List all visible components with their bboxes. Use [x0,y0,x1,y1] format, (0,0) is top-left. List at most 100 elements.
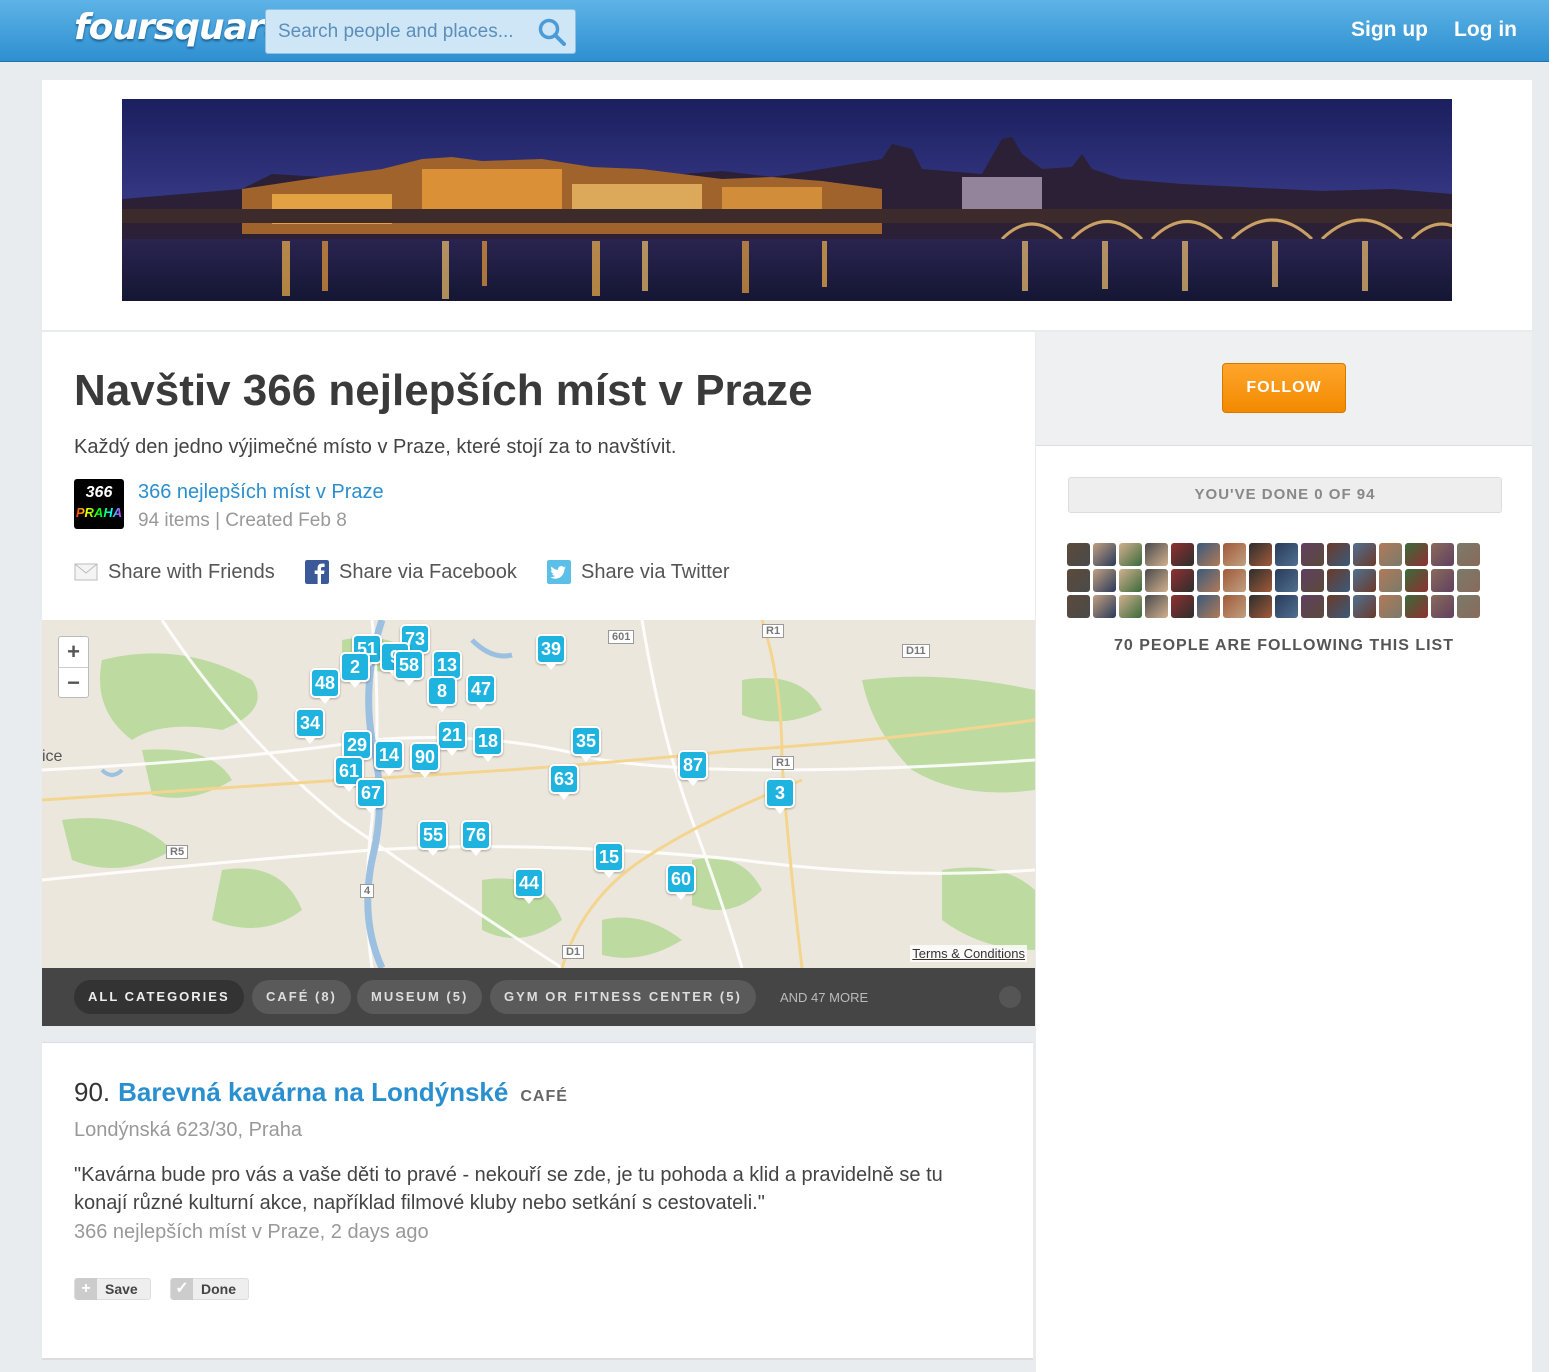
follower-avatar[interactable] [1249,543,1272,566]
category-gym-button[interactable]: GYM OR FITNESS CENTER (5) [490,980,756,1014]
follower-avatar[interactable] [1353,543,1376,566]
share-facebook-label: Share via Facebook [339,560,517,583]
follower-avatar[interactable] [1275,569,1298,592]
follower-avatar[interactable] [1405,569,1428,592]
map-pin[interactable]: 76 [461,820,492,856]
follower-avatar[interactable] [1119,543,1142,566]
list-item: 90. Barevná kavárna na Londýnské CAFÉ Lo… [42,1042,1033,1360]
log-in-link[interactable]: Log in [1454,18,1517,42]
follower-avatar[interactable] [1379,595,1402,618]
map-pin[interactable]: 44 [514,868,545,904]
follower-avatar[interactable] [1145,569,1168,592]
map-pin[interactable]: 15 [594,842,625,878]
follower-avatar[interactable] [1379,569,1402,592]
venue-name-link[interactable]: Barevná kavárna na Londýnské [118,1077,508,1108]
follower-avatar[interactable] [1067,569,1090,592]
follower-avatar[interactable] [1457,595,1480,618]
map-pin[interactable]: 47 [466,674,497,710]
follower-avatar[interactable] [1249,569,1272,592]
follower-avatar[interactable] [1093,595,1116,618]
map-pin[interactable]: 87 [678,750,709,786]
follower-avatar[interactable] [1431,543,1454,566]
follower-avatar[interactable] [1171,595,1194,618]
follower-avatar[interactable] [1327,569,1350,592]
map-pin[interactable]: 18 [473,726,504,762]
map-pin[interactable]: 8 [427,676,457,712]
map-pin[interactable]: 60 [666,864,697,900]
category-museum-button[interactable]: MUSEUM (5) [357,980,483,1014]
follower-avatar[interactable] [1223,543,1246,566]
follower-avatar[interactable] [1301,595,1324,618]
map-pin[interactable]: 34 [295,708,326,744]
follower-avatar[interactable] [1145,595,1168,618]
category-all-button[interactable]: ALL CATEGORIES [74,980,244,1014]
zoom-in-button[interactable]: + [59,637,88,667]
follower-avatar[interactable] [1223,569,1246,592]
sign-up-link[interactable]: Sign up [1351,18,1428,42]
follower-avatar[interactable] [1275,595,1298,618]
list-owner-avatar[interactable]: 366 PRAHA [74,479,124,529]
follower-avatar[interactable] [1431,595,1454,618]
foursquare-logo[interactable]: foursquare [74,7,288,48]
list-sidebar: FOLLOW YOU'VE DONE 0 OF 94 70 PEOPLE ARE… [1036,332,1532,1372]
follower-avatar[interactable] [1067,543,1090,566]
map-pin[interactable]: 63 [549,764,580,800]
road-label: R1 [762,624,785,638]
follower-avatar[interactable] [1145,543,1168,566]
map-pin[interactable]: 14 [374,740,405,776]
map-pin[interactable]: 39 [536,634,567,670]
follower-avatar[interactable] [1405,595,1428,618]
map-pin[interactable]: 58 [394,650,425,686]
share-with-friends-button[interactable]: Share with Friends [74,560,275,584]
map-pin[interactable]: 21 [437,720,468,756]
zoom-out-button[interactable]: − [59,667,88,697]
map-pin[interactable]: 48 [310,668,341,704]
map-pin[interactable]: 55 [418,820,449,856]
done-button[interactable]: ✓ Done [170,1278,249,1300]
follower-avatar[interactable] [1457,569,1480,592]
map-pin[interactable]: 35 [571,726,602,762]
follower-avatar[interactable] [1223,595,1246,618]
more-categories-link[interactable]: AND 47 MORE [780,990,868,1005]
map-pin[interactable]: 90 [410,742,441,778]
follower-avatar[interactable] [1197,543,1220,566]
follower-avatar[interactable] [1197,595,1220,618]
list-owner-link[interactable]: 366 nejlepších míst v Praze [138,481,384,504]
follower-avatar[interactable] [1353,569,1376,592]
category-cafe-button[interactable]: CAFÉ (8) [252,980,351,1014]
follower-avatar[interactable] [1197,569,1220,592]
follower-avatar[interactable] [1405,543,1428,566]
follower-avatar[interactable] [1379,543,1402,566]
follower-avatar[interactable] [1171,543,1194,566]
chevron-down-icon[interactable] [999,986,1021,1008]
follower-avatar[interactable] [1431,569,1454,592]
save-button[interactable]: + Save [74,1278,151,1300]
follower-avatar[interactable] [1275,543,1298,566]
search-box[interactable] [265,9,576,54]
follower-avatar[interactable] [1457,543,1480,566]
follower-avatar[interactable] [1171,569,1194,592]
follower-avatar[interactable] [1327,595,1350,618]
map-pin[interactable]: 67 [356,778,387,814]
follower-avatar[interactable] [1119,569,1142,592]
follower-avatar[interactable] [1067,595,1090,618]
search-input[interactable] [278,20,538,44]
follow-button[interactable]: FOLLOW [1222,363,1346,413]
follower-avatar[interactable] [1119,595,1142,618]
follower-avatar[interactable] [1353,595,1376,618]
road-label: 4 [360,884,375,898]
follower-avatar[interactable] [1301,543,1324,566]
follower-avatar[interactable] [1093,569,1116,592]
search-icon[interactable] [537,17,567,47]
terms-and-conditions-link[interactable]: Terms & Conditions [910,945,1027,962]
follower-avatar[interactable] [1249,595,1272,618]
share-via-twitter-button[interactable]: Share via Twitter [547,560,730,584]
map-pin[interactable]: 2 [340,652,370,688]
follower-avatar[interactable] [1093,543,1116,566]
follower-avatar[interactable] [1301,569,1324,592]
follower-avatar[interactable] [1327,543,1350,566]
follower-avatars-grid [1067,543,1487,618]
list-map[interactable]: + − ice 601 R1 D11 R1 R5 4 D1 73 51 9 58… [42,620,1035,968]
map-pin[interactable]: 3 [765,778,795,814]
share-via-facebook-button[interactable]: Share via Facebook [305,560,517,584]
